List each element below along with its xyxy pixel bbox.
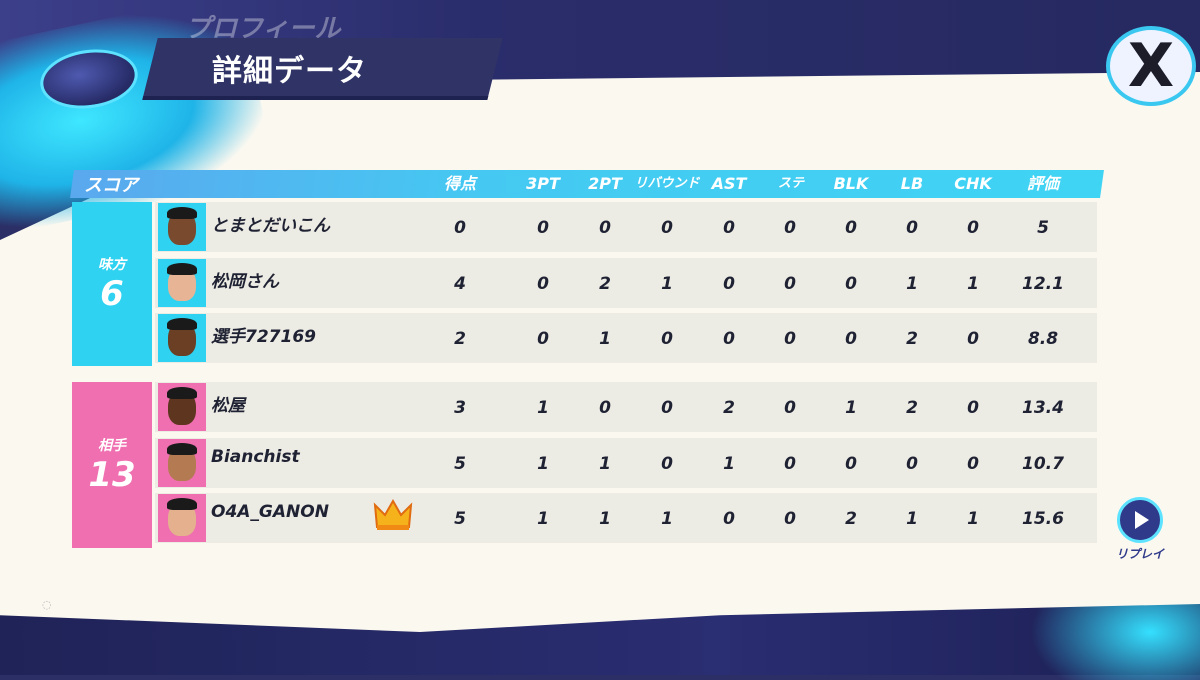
footer-logo-icon: ◌ (42, 598, 52, 611)
player-name: 選手727169 (211, 327, 316, 347)
stat-cell: 1 (661, 274, 673, 294)
stat-cell: 2 (906, 329, 918, 349)
stat-cell: 1 (537, 454, 549, 474)
stat-cell: 1 (599, 509, 611, 529)
stat-cell: 1 (599, 454, 611, 474)
stat-cell: 0 (599, 218, 611, 238)
stat-cell: 0 (967, 329, 979, 349)
opponent-team-panel: 相手 13 (72, 382, 152, 548)
stat-cell: 0 (661, 329, 673, 349)
section-label: スコア (84, 175, 138, 196)
stat-cell: 0 (537, 329, 549, 349)
stat-cell: 12.1 (1022, 274, 1064, 294)
stat-cell: 0 (784, 218, 796, 238)
stat-cell: 0 (723, 509, 735, 529)
stat-cell: 0 (906, 218, 918, 238)
col-rating: 評価 (1026, 174, 1059, 193)
replay-play-icon (1117, 497, 1163, 543)
replay-button[interactable]: リプレイ (1110, 497, 1170, 561)
stat-cell: 2 (845, 509, 857, 529)
stat-cell: 4 (454, 274, 466, 294)
player-avatar (158, 439, 206, 487)
stat-cell: 0 (784, 509, 796, 529)
stat-cell: 0 (906, 454, 918, 474)
col-points: 得点 (443, 174, 476, 193)
close-button[interactable]: X (1106, 26, 1196, 106)
stat-cell: 1 (661, 509, 673, 529)
stat-cell: 1 (537, 398, 549, 418)
stat-cell: 13.4 (1022, 398, 1064, 418)
stat-cell: 2 (723, 398, 735, 418)
stat-cell: 1 (845, 398, 857, 418)
page-title: 詳細データ (212, 54, 367, 89)
opponent-label: 相手 (98, 438, 126, 454)
stat-cell: 0 (723, 329, 735, 349)
stat-cell: 15.6 (1022, 509, 1064, 529)
stat-cell: 0 (845, 454, 857, 474)
player-name: O4A_GANON (211, 502, 329, 522)
stat-cell: 0 (967, 454, 979, 474)
stat-cell: 3 (454, 398, 466, 418)
stat-cell: 0 (784, 329, 796, 349)
player-name: 松屋 (211, 396, 245, 416)
stat-cell: 0 (537, 274, 549, 294)
player-name: とまとだいこん (211, 216, 330, 236)
stat-cell: 10.7 (1022, 454, 1064, 474)
stat-cell: 1 (967, 509, 979, 529)
player-name: Bianchist (211, 447, 300, 467)
stat-cell: 0 (661, 454, 673, 474)
player-name: 松岡さん (211, 272, 279, 292)
stat-cell: 2 (454, 329, 466, 349)
stat-cell: 5 (1037, 218, 1049, 238)
stat-cell: 2 (599, 274, 611, 294)
stat-cell: 0 (784, 274, 796, 294)
stat-cell: 0 (723, 274, 735, 294)
stat-cell: 8.8 (1027, 329, 1059, 349)
stat-cell: 0 (537, 218, 549, 238)
crown-icon (373, 498, 413, 530)
stat-cell: 1 (723, 454, 735, 474)
stat-cell: 5 (454, 509, 466, 529)
stat-cell: 0 (599, 398, 611, 418)
player-avatar (158, 259, 206, 307)
replay-label: リプレイ (1115, 547, 1164, 561)
ally-label: 味方 (98, 257, 126, 273)
stat-cell: 1 (599, 329, 611, 349)
stat-cell: 1 (967, 274, 979, 294)
stat-cell: 0 (967, 218, 979, 238)
stat-cell: 1 (906, 509, 918, 529)
stat-cell: 0 (784, 398, 796, 418)
stat-cell: 0 (967, 398, 979, 418)
stat-cell: 0 (661, 218, 673, 238)
stat-cell: 0 (845, 329, 857, 349)
stat-cell: 1 (906, 274, 918, 294)
stat-cell: 2 (906, 398, 918, 418)
player-avatar (158, 203, 206, 251)
stat-cell: 0 (784, 454, 796, 474)
opponent-score: 13 (88, 455, 136, 495)
stat-cell: 0 (661, 398, 673, 418)
stat-cell: 1 (537, 509, 549, 529)
player-avatar (158, 494, 206, 542)
ally-score: 6 (100, 274, 124, 314)
stat-cell: 0 (723, 218, 735, 238)
stat-cell: 0 (845, 218, 857, 238)
close-x-icon: X (1127, 31, 1175, 101)
col-chk: CHK (954, 174, 992, 193)
player-avatar (158, 314, 206, 362)
ally-team-panel: 味方 6 (72, 202, 152, 366)
stat-cell: 0 (454, 218, 466, 238)
player-avatar (158, 383, 206, 431)
stat-cell: 5 (454, 454, 466, 474)
stat-cell: 0 (845, 274, 857, 294)
